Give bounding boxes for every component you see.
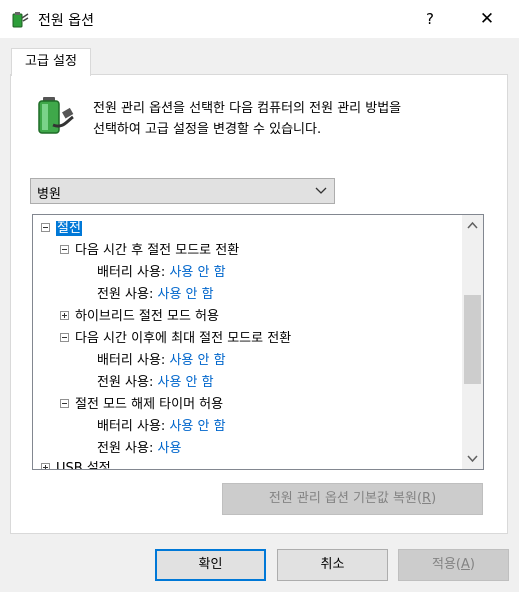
setting-label: 배터리 사용:: [97, 265, 166, 280]
tree-leaf-wake-timers-battery[interactable]: 배터리 사용: 사용 안 함: [97, 416, 226, 438]
power-plan-value: 병원: [37, 187, 61, 202]
title-bar: 전원 옵션 ? ✕: [0, 0, 519, 38]
tree-node-label: USB 설정: [56, 461, 111, 470]
apply-label: 적용: [432, 557, 456, 572]
restore-accesskey: R: [422, 491, 432, 506]
tree-node-usb-settings[interactable]: USB 설정: [41, 458, 111, 470]
expand-icon[interactable]: [60, 311, 69, 320]
setting-value-link[interactable]: 사용: [158, 441, 182, 456]
setting-label: 배터리 사용:: [97, 353, 166, 368]
collapse-icon[interactable]: [60, 245, 69, 254]
tree-node-sleep-after[interactable]: 다음 시간 후 절전 모드로 전환: [60, 240, 239, 262]
help-button[interactable]: ?: [407, 0, 453, 38]
power-options-icon: [12, 12, 29, 28]
description-line-2: 선택하여 고급 설정을 변경할 수 있습니다.: [93, 122, 322, 137]
expand-icon[interactable]: [41, 463, 50, 469]
tree-leaf-sleep-after-battery[interactable]: 배터리 사용: 사용 안 함: [97, 262, 226, 284]
cancel-button[interactable]: 취소: [277, 549, 388, 581]
setting-label: 배터리 사용:: [97, 419, 166, 434]
tree-scrollbar[interactable]: [462, 215, 483, 469]
settings-tree: 절전 다음 시간 후 절전 모드로 전환 배터리 사용: 사용 안 함 전원 사…: [32, 214, 484, 470]
setting-value-link[interactable]: 사용 안 함: [169, 419, 225, 434]
description-line-1: 전원 관리 옵션을 선택한 다음 컴퓨터의 전원 관리 방법을: [93, 101, 402, 116]
setting-value-link[interactable]: 사용 안 함: [158, 375, 214, 390]
tree-node-label: 다음 시간 이후에 최대 절전 모드로 전환: [75, 331, 292, 346]
restore-defaults-button[interactable]: 전원 관리 옵션 기본값 복원(R): [222, 483, 483, 515]
scroll-up-icon[interactable]: [462, 217, 483, 234]
scrollbar-thumb[interactable]: [464, 295, 481, 384]
tree-node-label: 다음 시간 후 절전 모드로 전환: [75, 243, 240, 258]
tree-leaf-hibernate-ac[interactable]: 전원 사용: 사용 안 함: [97, 372, 214, 394]
collapse-icon[interactable]: [60, 333, 69, 342]
collapse-icon[interactable]: [41, 223, 50, 232]
description-text: 전원 관리 옵션을 선택한 다음 컴퓨터의 전원 관리 방법을 선택하여 고급 …: [93, 98, 493, 140]
collapse-icon[interactable]: [60, 399, 69, 408]
tree-leaf-wake-timers-ac[interactable]: 전원 사용: 사용: [97, 438, 181, 460]
close-button[interactable]: ✕: [464, 0, 510, 38]
power-plan-dropdown[interactable]: 병원: [30, 178, 335, 204]
ok-button[interactable]: 확인: [155, 549, 266, 581]
window-title: 전원 옵션: [38, 13, 94, 29]
scroll-down-icon[interactable]: [462, 450, 483, 467]
setting-label: 전원 사용:: [97, 375, 154, 390]
apply-accesskey: A: [461, 557, 470, 572]
setting-value-link[interactable]: 사용 안 함: [169, 353, 225, 368]
tree-node-wake-timers[interactable]: 절전 모드 해제 타이머 허용: [60, 394, 223, 416]
tree-leaf-sleep-after-ac[interactable]: 전원 사용: 사용 안 함: [97, 284, 214, 306]
battery-plug-icon: [38, 97, 74, 134]
apply-button[interactable]: 적용(A): [398, 549, 509, 581]
tree-node-label: 절전: [56, 221, 82, 236]
tree-node-label: 절전 모드 해제 타이머 허용: [75, 397, 224, 412]
tree-node-hybrid-sleep[interactable]: 하이브리드 절전 모드 허용: [60, 306, 219, 328]
tree-node-sleep[interactable]: 절전: [41, 218, 82, 240]
restore-label: 전원 관리 옵션 기본값 복원: [268, 491, 417, 506]
setting-value-link[interactable]: 사용 안 함: [169, 265, 225, 280]
tree-leaf-hibernate-battery[interactable]: 배터리 사용: 사용 안 함: [97, 350, 226, 372]
setting-label: 전원 사용:: [97, 287, 154, 302]
setting-label: 전원 사용:: [97, 441, 154, 456]
tab-advanced-settings[interactable]: 고급 설정: [11, 48, 91, 76]
setting-value-link[interactable]: 사용 안 함: [158, 287, 214, 302]
chevron-down-icon: [315, 187, 327, 194]
tree-node-hibernate-after[interactable]: 다음 시간 이후에 최대 절전 모드로 전환: [60, 328, 291, 350]
tree-node-label: 하이브리드 절전 모드 허용: [75, 309, 219, 324]
